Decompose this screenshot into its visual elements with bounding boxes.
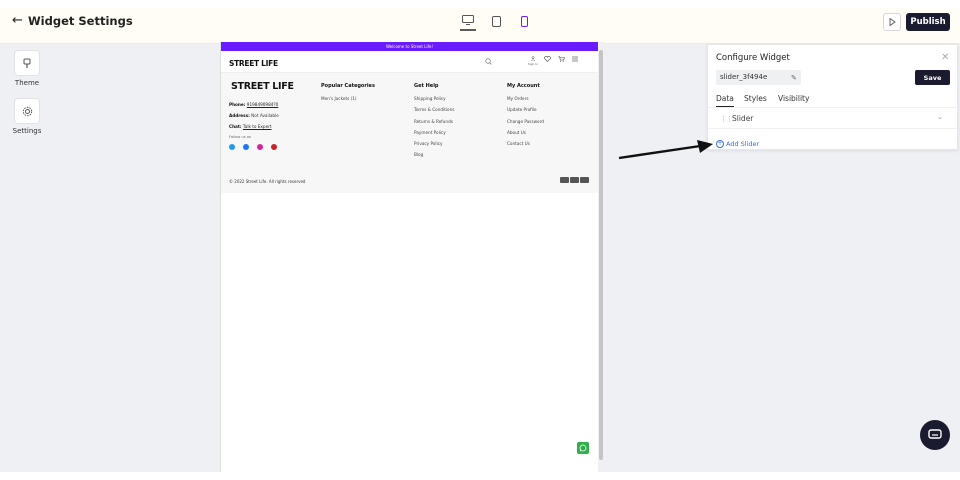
menu-icon[interactable] bbox=[571, 56, 579, 66]
footer-link[interactable]: Returns & Refunds bbox=[414, 119, 454, 124]
footer-link[interactable]: Contact Us bbox=[507, 141, 544, 146]
top-bar: ← Widget Settings Publish bbox=[0, 0, 960, 44]
site-header: STREET LIFE Sign In bbox=[221, 51, 598, 73]
talk-to-expert-link[interactable]: Talk to Expert bbox=[243, 124, 272, 129]
col-heading: Popular Categories bbox=[321, 83, 375, 89]
chevron-down-icon[interactable]: ⌄ bbox=[937, 113, 943, 121]
card-icon bbox=[570, 177, 579, 183]
announcement-bar: Welcome to Street Life! bbox=[221, 42, 598, 51]
footer-link[interactable]: About Us bbox=[507, 130, 544, 135]
pointer-arrow-icon bbox=[618, 140, 713, 160]
instagram-icon[interactable] bbox=[257, 144, 263, 150]
top-strip bbox=[0, 0, 960, 8]
footer-link[interactable]: Update Profile bbox=[507, 107, 544, 112]
panel-title: Configure Widget bbox=[716, 53, 790, 63]
col-heading: My Account bbox=[507, 83, 540, 89]
social-icons bbox=[229, 144, 277, 150]
search-icon bbox=[485, 58, 492, 65]
theme-label: Theme bbox=[14, 79, 40, 87]
footer-link[interactable]: Change Password bbox=[507, 119, 544, 124]
footer-col-categories: Popular Categories Men's Jackets (1) bbox=[321, 83, 375, 107]
footer-col-help: Get Help Shipping Policy Terms & Conditi… bbox=[414, 83, 454, 164]
preview-scrollbar[interactable] bbox=[598, 42, 604, 472]
site-search[interactable] bbox=[285, 55, 495, 68]
scroll-thumb[interactable] bbox=[599, 50, 603, 460]
brush-icon bbox=[23, 58, 31, 68]
site-preview[interactable]: Welcome to Street Life! STREET LIFE Sign… bbox=[220, 42, 604, 472]
footer-link[interactable]: Privacy Policy bbox=[414, 141, 454, 146]
phone-link[interactable]: 9198490984?0 bbox=[247, 102, 279, 107]
card-icon bbox=[560, 177, 569, 183]
cart-icon[interactable] bbox=[557, 56, 565, 66]
configure-widget-panel: Configure Widget ✕ slider_3f494e ✎ Save … bbox=[707, 44, 958, 150]
save-button[interactable]: Save bbox=[915, 70, 950, 85]
footer-link[interactable]: Shipping Policy bbox=[414, 96, 454, 101]
tablet-view-icon[interactable] bbox=[488, 14, 504, 28]
footer-logo: STREET LIFE bbox=[231, 81, 294, 92]
chat-label: Chat: bbox=[229, 124, 242, 129]
footer-col-account: My Account My Orders Update Profile Chan… bbox=[507, 83, 544, 152]
phone-label: Phone: bbox=[229, 102, 246, 107]
preview-play-button[interactable] bbox=[883, 13, 901, 31]
wishlist-icon[interactable] bbox=[543, 56, 551, 66]
col-heading: Get Help bbox=[414, 83, 439, 89]
footer-phone: Phone: 9198490984?0 bbox=[229, 102, 278, 107]
mobile-view-icon[interactable] bbox=[516, 14, 532, 28]
facebook-icon[interactable] bbox=[243, 144, 249, 150]
copyright: © 2022 Street Life. All rights reserved bbox=[229, 179, 306, 184]
slider-row-label: Slider bbox=[732, 114, 754, 123]
account-signin[interactable]: Sign In bbox=[527, 56, 539, 66]
tab-styles[interactable]: Styles bbox=[744, 94, 767, 103]
chat-support-button[interactable] bbox=[920, 420, 950, 450]
card-icon bbox=[580, 177, 589, 183]
drag-handle-icon[interactable]: ⋮⋮ bbox=[720, 115, 733, 123]
footer-link[interactable]: Men's Jackets (1) bbox=[321, 96, 375, 101]
footer-link[interactable]: Terms & Conditions bbox=[414, 107, 454, 112]
close-icon[interactable]: ✕ bbox=[941, 52, 949, 63]
user-icon bbox=[530, 56, 536, 61]
pinterest-icon[interactable] bbox=[271, 144, 277, 150]
desktop-view-icon[interactable] bbox=[460, 14, 476, 31]
tab-visibility[interactable]: Visibility bbox=[778, 94, 809, 103]
publish-button[interactable]: Publish bbox=[906, 13, 950, 31]
whatsapp-button[interactable] bbox=[577, 442, 589, 454]
footer-link[interactable]: My Orders bbox=[507, 96, 544, 101]
add-slider-label: Add Slider bbox=[726, 140, 760, 148]
address-value: Not Available bbox=[251, 113, 279, 118]
settings-label: Settings bbox=[12, 127, 42, 135]
address-label: Address: bbox=[229, 113, 250, 118]
back-arrow-icon[interactable]: ← bbox=[12, 14, 26, 28]
pencil-icon[interactable]: ✎ bbox=[791, 74, 797, 82]
page-title: Widget Settings bbox=[28, 14, 133, 28]
play-icon bbox=[889, 18, 896, 26]
workspace-bottom bbox=[0, 472, 960, 480]
twitter-icon[interactable] bbox=[229, 144, 235, 150]
follow-label: Follow us on bbox=[229, 135, 252, 139]
whatsapp-icon bbox=[579, 444, 587, 452]
site-logo[interactable]: STREET LIFE bbox=[229, 59, 278, 68]
gear-icon bbox=[22, 106, 32, 116]
footer-link[interactable]: Blog bbox=[414, 152, 454, 157]
signin-label: Sign In bbox=[527, 62, 539, 66]
payment-icons bbox=[560, 177, 589, 183]
site-footer: STREET LIFE Phone: 9198490984?0 Address:… bbox=[221, 73, 598, 193]
slider-row[interactable]: ⋮⋮ Slider ⌄ bbox=[708, 107, 957, 129]
widget-name-field[interactable]: slider_3f494e bbox=[716, 70, 801, 85]
settings-button[interactable] bbox=[14, 98, 40, 124]
theme-button[interactable] bbox=[14, 50, 40, 76]
footer-link[interactable]: Payment Policy bbox=[414, 130, 454, 135]
add-slider-button[interactable]: + Add Slider bbox=[716, 140, 759, 148]
chat-icon bbox=[928, 429, 942, 439]
footer-chat: Chat: Talk to Expert bbox=[229, 124, 272, 129]
tab-data[interactable]: Data bbox=[716, 94, 734, 107]
footer-address: Address: Not Available bbox=[229, 113, 279, 118]
plus-circle-icon: + bbox=[716, 140, 724, 148]
